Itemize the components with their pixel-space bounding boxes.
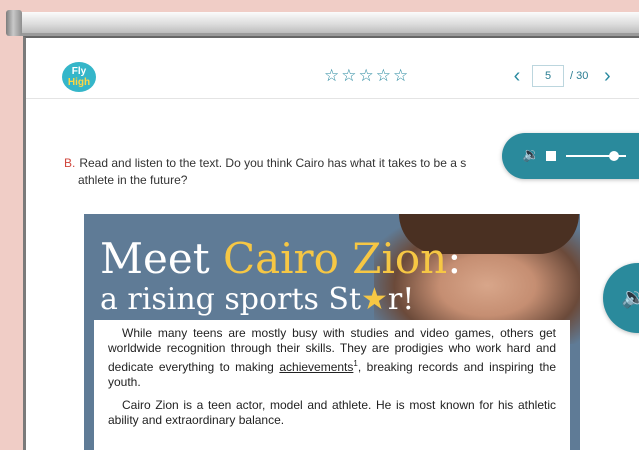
article-subtitle: a rising sports St★r!: [100, 282, 414, 317]
audio-progress-knob[interactable]: [609, 151, 619, 161]
audio-player: 🔉: [502, 133, 639, 179]
instruction-text: Read and listen to the text. Do you thin…: [79, 156, 467, 170]
roller-bar: [14, 12, 639, 34]
fly-high-logo[interactable]: Fly High: [62, 62, 96, 92]
screen-roller: [0, 10, 639, 38]
speaker-icon: 🔉: [621, 285, 639, 310]
exercise-letter: B.: [64, 156, 76, 170]
speaker-icon[interactable]: 🔉: [522, 146, 539, 164]
title-part-2: Cairo Zion: [222, 234, 448, 283]
page-navigator: ‹ 5 / 30 ›: [506, 64, 618, 88]
paragraph-2: Cairo Zion is a teen actor, model and at…: [108, 398, 556, 427]
star-icon[interactable]: ☆: [359, 66, 376, 85]
exercise-instruction: B. Read and listen to the text. Do you th…: [64, 155, 544, 189]
prev-page-chevron-icon[interactable]: ‹: [506, 66, 528, 86]
article-body: While many teens are mostly busy with st…: [94, 320, 570, 450]
subtitle-star-icon: ★: [361, 282, 388, 317]
paragraph-1: While many teens are mostly busy with st…: [108, 326, 556, 390]
title-part-1: Meet: [100, 234, 223, 283]
title-part-3: :: [447, 234, 462, 283]
roller-cap: [6, 10, 22, 36]
listen-button[interactable]: 🔉: [603, 263, 639, 333]
subtitle-b: r!: [387, 282, 415, 317]
star-icon[interactable]: ☆: [341, 66, 358, 85]
instruction-text-cont: athlete in the future?: [78, 173, 188, 187]
star-icon[interactable]: ☆: [393, 66, 410, 85]
page-total: / 30: [570, 70, 589, 82]
star-icon[interactable]: ☆: [376, 66, 393, 85]
header: Fly High ☆☆☆☆☆ ‹ 5 / 30 ›: [26, 38, 639, 99]
stop-button[interactable]: [546, 151, 556, 161]
star-icon[interactable]: ☆: [324, 66, 341, 85]
glossary-link[interactable]: achievements: [279, 360, 353, 374]
screen: Fly High ☆☆☆☆☆ ‹ 5 / 30 › B. Read and lis…: [23, 36, 639, 450]
page-number-input[interactable]: 5: [532, 65, 564, 87]
subtitle-a: a rising sports St: [100, 282, 362, 317]
article-card: Meet Cairo Zion: a rising sports St★r! W…: [84, 214, 580, 450]
logo-line-1: Fly: [71, 66, 87, 77]
next-page-chevron-icon[interactable]: ›: [596, 66, 618, 86]
star-rating[interactable]: ☆☆☆☆☆: [324, 66, 410, 86]
logo-line-2: High: [67, 77, 91, 88]
article-title: Meet Cairo Zion:: [100, 234, 461, 283]
